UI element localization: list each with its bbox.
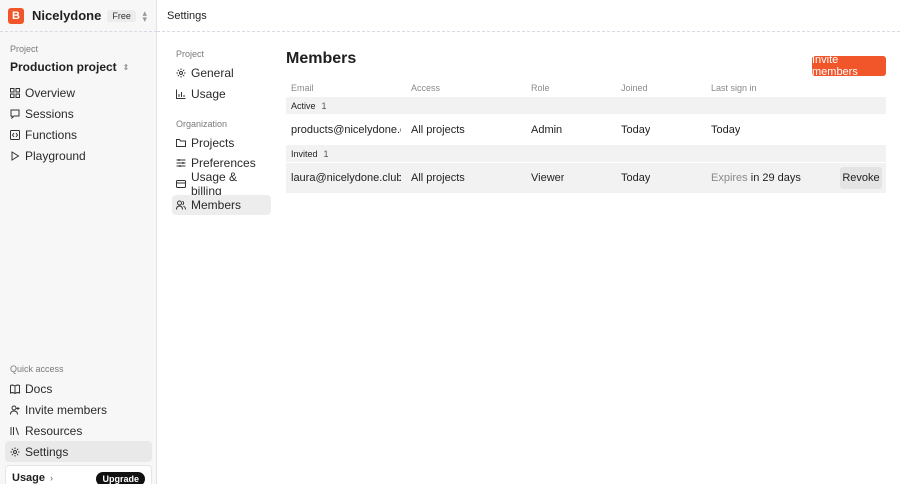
gear-icon [176,68,186,78]
plan-badge: Free [107,9,136,22]
column-header-email[interactable]: Email [291,83,314,93]
column-header-joined[interactable]: Joined [621,83,648,93]
member-role: Admin [531,124,563,136]
upgrade-button[interactable]: Upgrade [96,472,145,484]
group-count: 1 [321,100,327,111]
chat-icon [10,109,20,119]
group-label: Invited [291,148,318,159]
folder-icon [176,138,186,148]
group-label: Active [291,100,316,111]
member-role: Viewer [531,172,565,184]
sidebar-item-playground[interactable]: Playground [5,145,152,166]
bar-chart-icon [176,89,186,99]
sidebar-item-label: Playground [25,148,86,163]
member-joined: Today [621,124,651,136]
member-last-sign-in: Expires in 29 days [711,163,801,193]
column-header-role[interactable]: Role [531,83,550,93]
column-header-last-sign-in[interactable]: Last sign in [711,83,757,93]
subnav-item-label: Usage [191,87,226,101]
subnav-organization-label: Organization [176,119,228,129]
chevron-updown-icon: ▴ ▾ [142,8,147,24]
member-joined: Today [621,172,651,184]
project-name: Production project [10,60,117,74]
sidebar-item-label: Sessions [25,106,74,121]
group-count: 1 [323,148,329,159]
workspace-name: Nicelydone [32,8,102,23]
users-icon [176,200,186,210]
invite-members-button[interactable]: Invite members [812,54,886,78]
page-title: Members [286,50,357,67]
revoke-button[interactable]: Revoke [840,167,882,189]
sidebar-item-overview[interactable]: Overview [5,82,152,103]
member-email: laura@nicelydone.club [291,172,401,184]
subnav-item-general[interactable]: General [172,63,271,83]
sidebar-item-label: Settings [25,444,69,459]
sidebar-item-docs[interactable]: Docs [5,378,152,399]
sidebar-item-label: Functions [25,127,78,142]
column-header-access[interactable]: Access [411,83,440,93]
user-plus-icon [10,405,20,415]
library-icon [10,426,20,436]
sidebar-item-label: Overview [25,85,76,100]
project-section-label: Project [10,44,39,54]
table-row[interactable]: products@nicelydone.club All projects Ad… [286,115,886,145]
chevron-updown-icon: ⇕ [122,62,130,72]
sidebar-item-label: Docs [25,381,53,396]
sidebar-item-settings[interactable]: Settings [5,441,152,462]
grid-icon [10,87,20,98]
member-access: All projects [411,172,465,184]
sidebar-item-sessions[interactable]: Sessions [5,103,152,124]
subnav-item-label: Usage & billing [191,170,238,198]
table-row[interactable]: laura@nicelydone.club All projects Viewe… [286,163,886,193]
subnav-project-label: Project [176,49,205,59]
expires-label: Expires [711,172,748,184]
member-access: All projects [411,124,465,136]
group-header-active: Active 1 [286,97,886,114]
chevron-right-icon: › [50,473,54,483]
play-icon [10,150,20,161]
sidebar-item-resources[interactable]: Resources [5,420,152,441]
credit-card-icon [176,179,186,189]
subnav-item-label: Members [191,198,242,212]
brand-logo: B [8,7,24,24]
member-last-sign-in: Today [711,124,741,136]
sidebar-item-invite-members[interactable]: Invite members [5,399,152,420]
usage-label: Usage [12,472,46,484]
subnav-item-label: General [191,66,234,80]
page-header-title: Settings [167,9,207,22]
code-icon [10,129,20,140]
subnav-item-usage-billing[interactable]: Usage & billing [172,170,271,198]
gear-icon [10,447,20,457]
page-header: Settings [157,0,900,32]
sidebar-item-label: Resources [25,423,83,438]
subnav-item-label: Projects [191,136,235,150]
usage-card[interactable]: Usage › Upgrade [5,465,152,484]
group-header-invited: Invited 1 [286,145,886,162]
member-email: products@nicelydone.club [291,124,401,136]
sidebar: B Nicelydone Free ▴ ▾ Project Production … [0,0,157,484]
subnav-item-label: Preferences [191,156,256,170]
subnav-item-usage[interactable]: Usage [172,84,271,104]
sidebar-item-label: Invite members [25,402,108,417]
project-selector[interactable]: Production project ⇕ [10,60,129,74]
book-icon [10,384,20,394]
workspace-switcher[interactable]: B Nicelydone Free ▴ ▾ [0,0,157,32]
sliders-icon [176,158,186,168]
subnav-item-projects[interactable]: Projects [172,133,271,153]
expires-value: in 29 days [750,172,801,184]
subnav-item-members[interactable]: Members [172,195,271,215]
sidebar-item-functions[interactable]: Functions [5,124,152,145]
quick-access-label: Quick access [10,364,64,374]
